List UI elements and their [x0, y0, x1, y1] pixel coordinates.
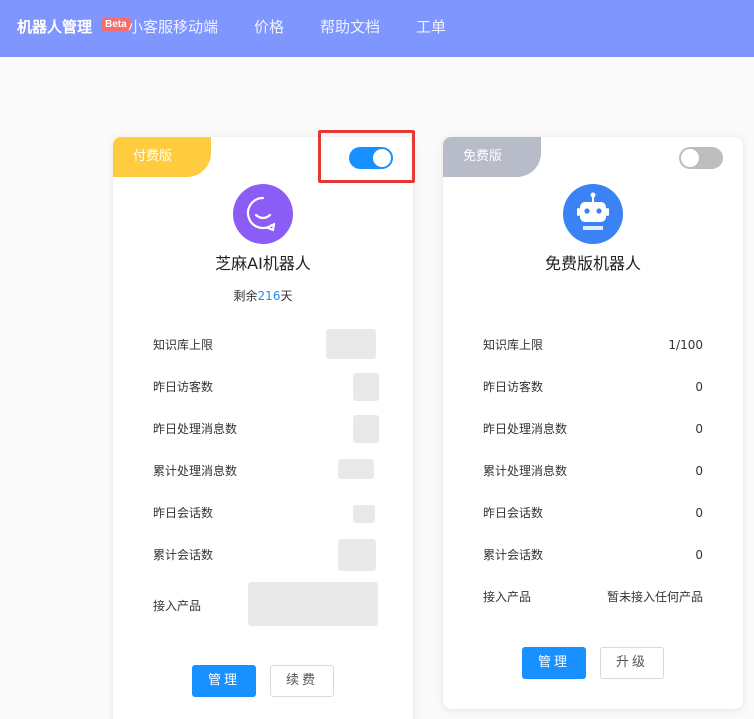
free-robot-toggle[interactable] — [679, 147, 723, 169]
stat-row: 知识库上限 1/100 — [483, 335, 733, 355]
top-nav: 机器人管理 Beta 小客服移动端 价格 帮助文档 工单 — [0, 0, 754, 57]
remain-days-value: 216 — [257, 289, 281, 303]
nav-robot-management[interactable]: 机器人管理 Beta — [17, 17, 131, 37]
stat-row: 昨日访客数 0 — [483, 377, 733, 397]
free-manage-button[interactable]: 管理 — [522, 647, 586, 679]
free-tier-tag: 免费版 — [443, 137, 541, 177]
stat-value: 0 — [695, 548, 703, 562]
paid-manage-button[interactable]: 管理 — [192, 665, 256, 697]
stat-row: 昨日会话数 0 — [483, 503, 733, 523]
redacted-value — [353, 373, 379, 401]
stat-value: 0 — [695, 464, 703, 478]
paid-tier-tag: 付费版 — [113, 137, 211, 177]
paid-robot-name: 芝麻AI机器人 — [215, 254, 311, 273]
stat-row: 累计会话数 0 — [483, 545, 733, 565]
renew-button[interactable]: 续费 — [270, 665, 334, 697]
redacted-value — [353, 505, 375, 523]
paid-robot-card: 付费版 芝麻AI机器人 剩余216天 知识库上限 昨日访客数 昨日处理消息数 累… — [113, 137, 413, 719]
nav-pricing[interactable]: 价格 — [254, 17, 284, 37]
nav-help-docs[interactable]: 帮助文档 — [320, 17, 380, 37]
stat-label: 接入产品 — [483, 590, 532, 604]
robot-avatar-icon — [563, 184, 623, 244]
stat-label: 累计会话数 — [483, 548, 544, 562]
stat-label: 累计会话数 — [153, 548, 214, 562]
stat-label: 昨日会话数 — [483, 506, 544, 520]
free-robot-card: 免费版 免费版机器人 知识库上限 1/100 昨日访客数 0 昨日处理消息数 0… — [443, 137, 743, 709]
stat-label: 知识库上限 — [153, 338, 214, 352]
stat-row: 接入产品 暂未接入任何产品 — [483, 587, 733, 607]
redacted-value — [338, 539, 376, 571]
redacted-value — [248, 582, 378, 626]
upgrade-button[interactable]: 升级 — [600, 647, 664, 679]
redacted-value — [338, 459, 374, 479]
remain-prefix: 剩余 — [233, 289, 258, 303]
stat-label: 昨日处理消息数 — [483, 422, 568, 436]
stat-value: 0 — [695, 380, 703, 394]
stat-label: 昨日访客数 — [483, 380, 544, 394]
stat-value: 暂未接入任何产品 — [606, 590, 703, 604]
remain-suffix: 天 — [280, 289, 293, 303]
nav-mobile-client[interactable]: 小客服移动端 — [128, 17, 218, 37]
stat-value: 1/100 — [668, 338, 703, 352]
stat-label: 接入产品 — [153, 599, 202, 613]
toggle-highlight-box — [318, 130, 415, 183]
stat-value: 0 — [695, 506, 703, 520]
stat-label: 累计处理消息数 — [483, 464, 568, 478]
beta-badge: Beta — [101, 18, 131, 31]
stat-label: 昨日处理消息数 — [153, 422, 238, 436]
stat-row: 累计处理消息数 0 — [483, 461, 733, 481]
toggle-knob — [681, 149, 699, 167]
nav-tickets[interactable]: 工单 — [416, 17, 446, 37]
stat-label: 累计处理消息数 — [153, 464, 238, 478]
free-robot-name: 免费版机器人 — [544, 254, 641, 273]
nav-robot-management-label: 机器人管理 — [17, 18, 93, 36]
stat-label: 知识库上限 — [483, 338, 544, 352]
stat-label: 昨日访客数 — [153, 380, 214, 394]
stat-label: 昨日会话数 — [153, 506, 214, 520]
stat-row: 昨日处理消息数 0 — [483, 419, 733, 439]
remaining-days: 剩余216天 — [113, 287, 413, 305]
redacted-value — [353, 415, 379, 443]
smile-bot-avatar-icon — [233, 184, 293, 244]
redacted-value — [326, 329, 376, 359]
stat-value: 0 — [695, 422, 703, 436]
